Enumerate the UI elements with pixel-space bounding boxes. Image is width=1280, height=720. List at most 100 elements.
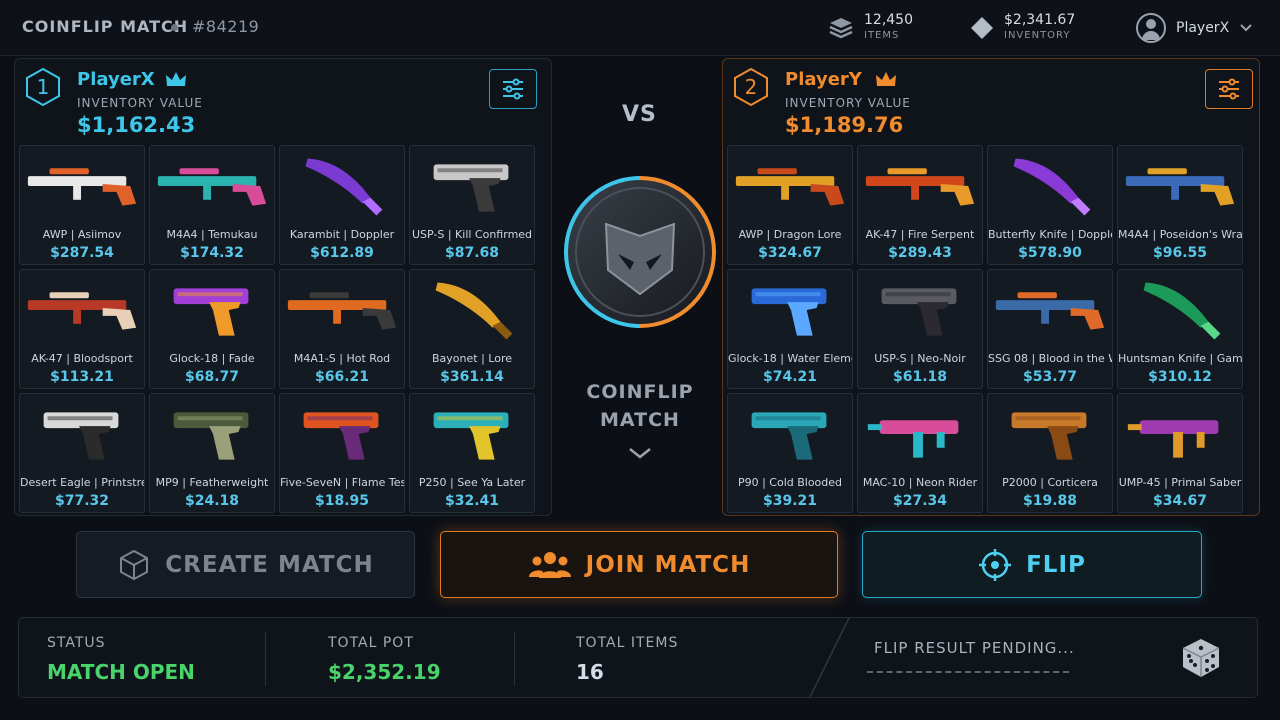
- separator-dot: [171, 24, 178, 31]
- dice-icon[interactable]: [1179, 636, 1223, 680]
- users-icon: [528, 551, 571, 578]
- item-card[interactable]: MP9 | Featherweight $24.18: [149, 393, 275, 513]
- item-name: SSG 08 | Blood in the Water: [988, 352, 1112, 365]
- item-card[interactable]: P2000 | Corticera $19.88: [987, 393, 1113, 513]
- user-menu[interactable]: PlayerX: [1136, 12, 1253, 44]
- player1-inventory-label: INVENTORY VALUE: [77, 96, 203, 110]
- item-image: [157, 168, 267, 206]
- result-placeholder-line: [867, 671, 1069, 673]
- join-match-label: JOIN MATCH: [585, 551, 751, 578]
- item-image: [27, 292, 137, 330]
- item-card[interactable]: Glock-18 | Water Elemental $74.21: [727, 269, 853, 389]
- item-price: $53.77: [1022, 369, 1078, 385]
- stack-icon: [829, 18, 853, 39]
- chevron-down-icon[interactable]: [626, 444, 654, 462]
- user-icon: [1136, 13, 1166, 43]
- item-card[interactable]: M4A4 | Poseidon's Wrath $96.55: [1117, 145, 1243, 265]
- coin-icon[interactable]: [560, 172, 720, 332]
- item-card[interactable]: Five-SeveN | Flame Test $18.95: [279, 393, 405, 513]
- item-price: $32.41: [444, 493, 500, 509]
- item-name: AK-47 | Fire Serpent: [865, 228, 975, 241]
- item-image: [173, 412, 249, 460]
- item-price: $612.89: [310, 245, 374, 261]
- item-image: [867, 420, 959, 458]
- item-price: $287.54: [50, 245, 114, 261]
- item-price: $61.18: [892, 369, 948, 385]
- item-image: [173, 288, 249, 336]
- item-image: [735, 168, 845, 206]
- item-image: [751, 412, 827, 460]
- item-price: $18.95: [314, 493, 370, 509]
- flip-button[interactable]: FLIP: [862, 531, 1202, 598]
- target-icon: [979, 548, 1012, 581]
- item-image: [1127, 420, 1219, 458]
- item-name: P2000 | Corticera: [1002, 476, 1098, 489]
- join-match-button[interactable]: JOIN MATCH: [440, 531, 838, 598]
- player1-filter-button[interactable]: [489, 69, 537, 109]
- player2-filter-button[interactable]: [1205, 69, 1253, 109]
- item-name: Huntsman Knife | Gamma Doppler: [1118, 352, 1242, 365]
- item-card[interactable]: M4A1-S | Hot Rod $66.21: [279, 269, 405, 389]
- item-card[interactable]: AWP | Dragon Lore $324.67: [727, 145, 853, 265]
- player1-panel: 1 PlayerX INVENTORY VALUE $1,162.43 AWP …: [14, 58, 552, 516]
- item-name: MAC-10 | Neon Rider: [862, 476, 978, 489]
- item-image: [995, 292, 1105, 330]
- player2-inventory-value: $1,189.76: [785, 113, 904, 137]
- player2-name: PlayerY: [785, 69, 862, 90]
- item-card[interactable]: USP-S | Kill Confirmed $87.68: [409, 145, 535, 265]
- item-price: $174.32: [180, 245, 244, 261]
- sliders-icon: [1219, 78, 1239, 100]
- sliders-icon: [503, 78, 523, 100]
- item-card[interactable]: AWP | Asiimov $287.54: [19, 145, 145, 265]
- item-card[interactable]: Huntsman Knife | Gamma Doppler $310.12: [1117, 269, 1243, 389]
- item-name: Glock-18 | Fade: [169, 352, 255, 365]
- item-name: AWP | Asiimov: [42, 228, 122, 241]
- item-name: UMP-45 | Primal Saber: [1118, 476, 1242, 489]
- item-price: $68.77: [184, 369, 240, 385]
- item-card[interactable]: SSG 08 | Blood in the Water $53.77: [987, 269, 1113, 389]
- item-card[interactable]: Bayonet | Lore $361.14: [409, 269, 535, 389]
- item-card[interactable]: USP-S | Neo-Noir $61.18: [857, 269, 983, 389]
- inventory-stat: $2,341.67 INVENTORY: [1004, 12, 1075, 42]
- item-name: Desert Eagle | Printstream: [20, 476, 144, 489]
- item-name: USP-S | Kill Confirmed: [411, 228, 533, 241]
- item-image: [435, 282, 513, 340]
- item-name: Glock-18 | Water Elemental: [728, 352, 852, 365]
- cube-icon: [120, 549, 149, 580]
- item-card[interactable]: P250 | See Ya Later $32.41: [409, 393, 535, 513]
- item-name: USP-S | Neo-Noir: [874, 352, 966, 365]
- item-price: $361.14: [440, 369, 504, 385]
- items-label: ITEMS: [864, 30, 900, 41]
- player1-items-grid: AWP | Asiimov $287.54 M4A4 | Temukau $174.3…: [19, 145, 535, 513]
- page-title: COINFLIP MATCH: [22, 17, 189, 36]
- item-card[interactable]: Butterfly Knife | Doppler $578.90: [987, 145, 1113, 265]
- crown-icon: [166, 72, 186, 86]
- coinflip-match-label: COINFLIP MATCH: [560, 378, 720, 434]
- chevron-down-icon: [1240, 24, 1252, 32]
- item-card[interactable]: Desert Eagle | Printstream $77.32: [19, 393, 145, 513]
- item-card[interactable]: Glock-18 | Fade $68.77: [149, 269, 275, 389]
- top-bar: COINFLIP MATCH #84219 12,450 ITEMS $2,34…: [0, 0, 1280, 56]
- item-price: $19.88: [1022, 493, 1078, 509]
- item-card[interactable]: Karambit | Doppler $612.89: [279, 145, 405, 265]
- player2-badge: 2: [731, 67, 771, 107]
- item-card[interactable]: P90 | Cold Blooded $39.21: [727, 393, 853, 513]
- item-card[interactable]: MAC-10 | Neon Rider $27.34: [857, 393, 983, 513]
- item-card[interactable]: UMP-45 | Primal Saber $34.67: [1117, 393, 1243, 513]
- crown-icon: [876, 72, 896, 86]
- item-price: $113.21: [50, 369, 114, 385]
- player2-inventory-label: INVENTORY VALUE: [785, 96, 911, 110]
- item-card[interactable]: AK-47 | Fire Serpent $289.43: [857, 145, 983, 265]
- item-image: [287, 292, 397, 330]
- item-price: $87.68: [444, 245, 500, 261]
- vs-label: VS: [622, 102, 657, 127]
- result-divider: [809, 618, 850, 697]
- item-name: P250 | See Ya Later: [418, 476, 526, 489]
- create-match-button[interactable]: CREATE MATCH: [76, 531, 415, 598]
- item-name: M4A4 | Poseidon's Wrath: [1118, 228, 1242, 241]
- item-card[interactable]: AK-47 | Bloodsport $113.21: [19, 269, 145, 389]
- player1-name: PlayerX: [77, 69, 155, 90]
- item-image: [433, 164, 509, 212]
- item-card[interactable]: M4A4 | Temukau $174.32: [149, 145, 275, 265]
- item-name: AK-47 | Bloodsport: [31, 352, 133, 365]
